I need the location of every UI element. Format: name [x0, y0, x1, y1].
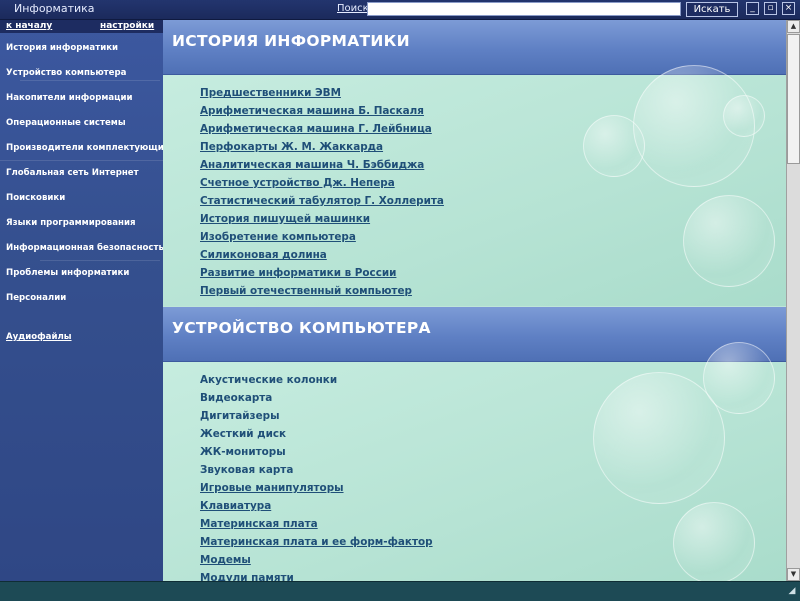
- restore-button[interactable]: ▫: [764, 2, 777, 15]
- bubble-decoration: [683, 195, 775, 287]
- sidebar-item-problems[interactable]: Проблемы информатики: [6, 267, 163, 292]
- sidebar-topbar: к началу настройки: [0, 20, 163, 33]
- sidebar-item-security[interactable]: Информационная безопасность: [6, 242, 163, 267]
- list-item[interactable]: Модули памяти: [200, 571, 433, 581]
- list-item[interactable]: Арифметическая машина Б. Паскаля: [200, 104, 444, 122]
- list-item[interactable]: Арифметическая машина Г. Лейбница: [200, 122, 444, 140]
- section-body-hardware: Акустические колонки Видеокарта Дигитайз…: [163, 342, 786, 581]
- list-item[interactable]: Материнская плата: [200, 517, 433, 535]
- status-bar: ◢: [0, 581, 800, 601]
- app-title: Информатика: [14, 2, 95, 15]
- list-item[interactable]: Аналитическая машина Ч. Бэббиджа: [200, 158, 444, 176]
- link-list-history: Предшественники ЭВМ Арифметическая машин…: [200, 86, 444, 302]
- sidebar-item-history[interactable]: История информатики: [6, 42, 163, 67]
- sidebar-item-search-engines[interactable]: Поисковики: [6, 192, 163, 217]
- vertical-scrollbar[interactable]: ▲ ▼: [786, 20, 800, 581]
- bubble-decoration: [583, 115, 645, 177]
- minimize-button[interactable]: _: [746, 2, 759, 15]
- sidebar-item-os[interactable]: Операционные системы: [6, 117, 163, 142]
- list-item[interactable]: Перфокарты Ж. М. Жаккарда: [200, 140, 444, 158]
- bubble-decoration: [673, 502, 755, 581]
- bubble-decoration: [723, 95, 765, 137]
- bubble-decoration: [703, 342, 775, 414]
- list-item[interactable]: Звуковая карта: [200, 463, 433, 481]
- sidebar-item-storage[interactable]: Накопители информации: [6, 92, 163, 117]
- sidebar-item-programming[interactable]: Языки программирования: [6, 217, 163, 242]
- search-input[interactable]: [367, 2, 681, 16]
- section-title: ИСТОРИЯ ИНФОРМАТИКИ: [172, 32, 410, 50]
- sidebar-nav: История информатики Устройство компьютер…: [6, 42, 163, 317]
- sidebar-item-hardware[interactable]: Устройство компьютера: [6, 67, 163, 92]
- scroll-up-icon[interactable]: ▲: [787, 20, 800, 33]
- section-title: УСТРОЙСТВО КОМПЬЮТЕРА: [172, 319, 431, 337]
- title-bar: Информатика Поиск Искать _ ▫ ×: [0, 0, 800, 20]
- list-item[interactable]: Развитие информатики в России: [200, 266, 444, 284]
- list-item[interactable]: Жесткий диск: [200, 427, 433, 445]
- list-item[interactable]: Модемы: [200, 553, 433, 571]
- sidebar-item-manufacturers[interactable]: Производители комплектующих: [6, 142, 163, 167]
- close-button[interactable]: ×: [782, 2, 795, 15]
- sidebar-item-internet[interactable]: Глобальная сеть Интернет: [6, 167, 163, 192]
- settings-link[interactable]: настройки: [100, 21, 154, 31]
- list-item[interactable]: Видеокарта: [200, 391, 433, 409]
- scroll-down-icon[interactable]: ▼: [787, 568, 800, 581]
- list-item[interactable]: ЖК-мониторы: [200, 445, 433, 463]
- audio-files-link[interactable]: Аудиофайлы: [6, 332, 72, 342]
- list-item[interactable]: Предшественники ЭВМ: [200, 86, 444, 104]
- sidebar-item-persons[interactable]: Персоналии: [6, 292, 163, 317]
- resize-grip-icon[interactable]: ◢: [786, 585, 798, 597]
- list-item[interactable]: Статистический табулятор Г. Холлерита: [200, 194, 444, 212]
- section-body-history: Предшественники ЭВМ Арифметическая машин…: [163, 65, 786, 306]
- search-label[interactable]: Поиск: [337, 3, 369, 14]
- home-link[interactable]: к началу: [6, 21, 52, 31]
- list-item[interactable]: Клавиатура: [200, 499, 433, 517]
- list-item[interactable]: Первый отечественный компьютер: [200, 284, 444, 302]
- section-header-hardware: УСТРОЙСТВО КОМПЬЮТЕРА: [163, 307, 786, 362]
- sidebar: к началу настройки История информатики У…: [0, 20, 163, 581]
- scroll-thumb[interactable]: [787, 34, 800, 164]
- list-item[interactable]: Материнская плата и ее форм-фактор: [200, 535, 433, 553]
- list-item[interactable]: Изобретение компьютера: [200, 230, 444, 248]
- link-list-hardware: Акустические колонки Видеокарта Дигитайз…: [200, 373, 433, 581]
- list-item[interactable]: История пишущей машинки: [200, 212, 444, 230]
- list-item[interactable]: Дигитайзеры: [200, 409, 433, 427]
- search-button[interactable]: Искать: [686, 2, 738, 17]
- list-item[interactable]: Игровые манипуляторы: [200, 481, 433, 499]
- list-item[interactable]: Счетное устройство Дж. Непера: [200, 176, 444, 194]
- main-content: ИСТОРИЯ ИНФОРМАТИКИ Предшественники ЭВМ …: [163, 20, 786, 581]
- list-item[interactable]: Силиконовая долина: [200, 248, 444, 266]
- list-item[interactable]: Акустические колонки: [200, 373, 433, 391]
